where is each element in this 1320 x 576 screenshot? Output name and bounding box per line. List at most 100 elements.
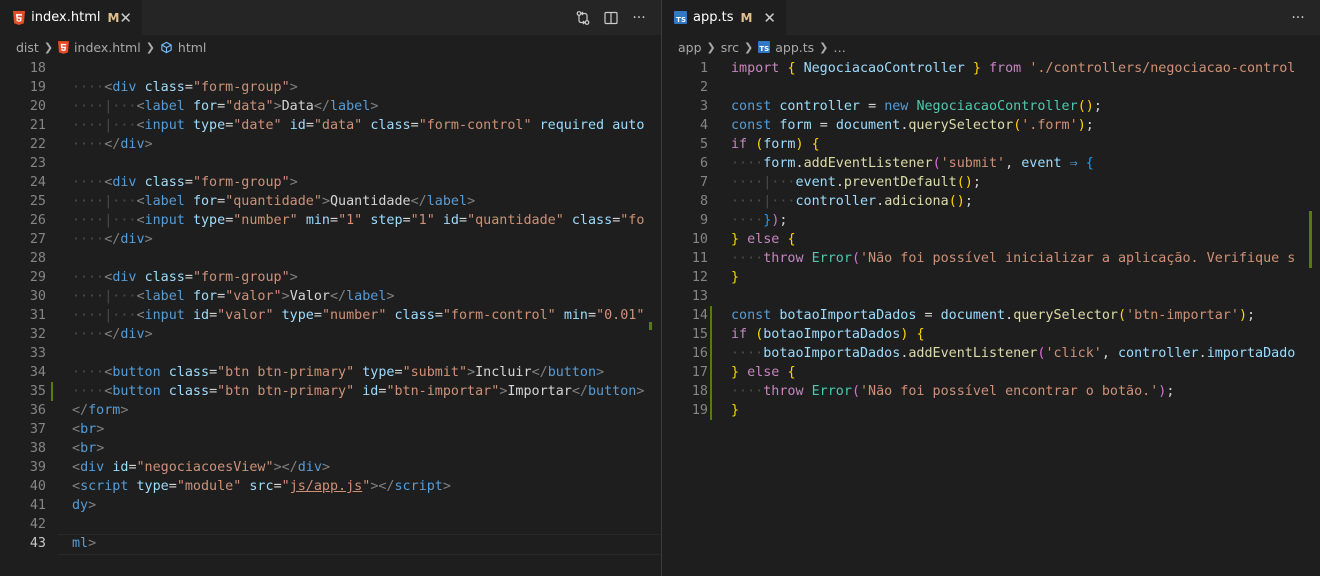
more-actions-icon[interactable]: ··· — [1290, 10, 1306, 26]
code-line[interactable]: 13 — [662, 287, 1320, 306]
code-line[interactable]: 25 ····|···<label for="quantidade">Quanti… — [0, 192, 661, 211]
code-line[interactable]: 28 — [0, 249, 661, 268]
code-token: "1" — [410, 213, 435, 228]
code-line[interactable]: 20 ····|···<label for="data">Data</label> — [0, 97, 661, 116]
code-line[interactable]: 33 — [0, 344, 661, 363]
code-text: } else { — [731, 363, 796, 382]
code-line[interactable]: 26 ····|···<input type="number" min="1" s… — [0, 211, 661, 230]
code-text: const controller = new NegociacaoControl… — [731, 97, 1102, 116]
code-line[interactable]: 2 — [662, 78, 1320, 97]
code-line[interactable]: 21 ····|···<input type="date" id="data" c… — [0, 116, 661, 135]
line-number: 20 — [29, 99, 46, 114]
code-token: src — [249, 479, 274, 494]
code-text: ····<div class="form-group"> — [72, 173, 298, 192]
code-token: ; — [1247, 308, 1256, 323]
more-actions-icon[interactable]: ··· — [631, 10, 647, 26]
code-line[interactable]: 9 ····}); — [662, 211, 1320, 230]
source-control-compare-icon[interactable] — [575, 10, 591, 26]
code-line[interactable]: 39 <div id="negociacoesView"></div> — [0, 458, 661, 477]
code-line[interactable]: 19 ····<div class="form-group"> — [0, 78, 661, 97]
code-line[interactable]: 14 const botaoImportaDados = document.que… — [662, 306, 1320, 325]
code-line[interactable]: 37 <br> — [0, 420, 661, 439]
code-line[interactable]: 27 ····</div> — [0, 230, 661, 249]
code-line[interactable]: 15 if (botaoImportaDados) { — [662, 325, 1320, 344]
breadcrumb-item-app[interactable]: app — [678, 40, 702, 55]
code-line[interactable]: 41 dy> — [0, 496, 661, 515]
code-line[interactable]: 6 ····form.addEventListener('submit', eve… — [662, 154, 1320, 173]
code-line[interactable]: 43 ml> — [0, 534, 661, 555]
code-line[interactable]: 11 ····throw Error('Não foi possível inic… — [662, 249, 1320, 268]
breadcrumb-item-file[interactable]: index.html — [74, 40, 141, 55]
breadcrumb-item-more[interactable]: … — [833, 40, 846, 55]
code-token: > — [289, 175, 298, 190]
code-token: ····|··· — [72, 308, 137, 323]
close-icon[interactable]: ✕ — [763, 9, 776, 27]
code-editor-left[interactable]: 18 19 ····<div class="form-group"> 20 ····|·… — [0, 59, 661, 576]
code-token: div — [112, 270, 137, 285]
chevron-right-icon: ❯ — [744, 40, 754, 54]
tab-index-html[interactable]: index.html M ✕ — [0, 0, 143, 35]
breadcrumb-item-file[interactable]: app.ts — [775, 40, 814, 55]
breadcrumb-item-symbol[interactable]: html — [178, 40, 206, 55]
code-token: step — [370, 213, 403, 228]
split-editor-icon[interactable] — [603, 10, 619, 26]
code-line[interactable]: 5 if (form) { — [662, 135, 1320, 154]
code-token: = — [588, 308, 597, 323]
code-editor-right[interactable]: 1 import { NegociacaoController } from '.… — [662, 59, 1320, 576]
code-text: ····botaoImportaDados.addEventListener('… — [731, 344, 1295, 363]
code-line[interactable]: 40 <script type="module" src="js/app.js">… — [0, 477, 661, 496]
code-line[interactable]: 17} else { — [662, 363, 1320, 382]
code-token: ···· — [72, 232, 105, 247]
code-text: ml> — [72, 534, 96, 553]
code-token: type — [136, 479, 169, 494]
code-token: type — [192, 213, 226, 228]
code-token: ···· — [731, 213, 764, 228]
breadcrumb-item-src[interactable]: src — [721, 40, 739, 55]
code-token: = — [819, 118, 828, 133]
tab-label: app.ts — [693, 10, 734, 25]
code-text: ····throw Error('Não foi possível encont… — [731, 382, 1174, 401]
code-line[interactable]: 34 ····<button class="btn btn-primary" ty… — [0, 363, 661, 382]
code-line[interactable]: 1 import { NegociacaoController } from '.… — [662, 59, 1320, 78]
code-line[interactable]: 19} — [662, 401, 1320, 420]
code-token: "btn-importar" — [386, 384, 500, 399]
code-line[interactable]: 7 ····|···event.preventDefault(); — [662, 173, 1320, 192]
line-number: 10 — [691, 232, 708, 247]
code-line[interactable]: 32 ····</div> — [0, 325, 661, 344]
code-line[interactable]: 31 ····|···<input id="valor" type="number… — [0, 306, 661, 325]
code-line[interactable]: 23 — [0, 154, 661, 173]
code-line[interactable]: 29 ····<div class="form-group"> — [0, 268, 661, 287]
code-token: button — [112, 365, 161, 380]
code-text: ····|···controller.adiciona(); — [731, 192, 973, 211]
code-line[interactable]: 36 </form> — [0, 401, 661, 420]
code-line[interactable]: 38 <br> — [0, 439, 661, 458]
code-line[interactable]: 16 ····botaoImportaDados. addEventListener… — [662, 344, 1320, 363]
code-line[interactable]: 3 const controller = new NegociacaoContro… — [662, 97, 1320, 116]
code-line[interactable]: 42 — [0, 515, 661, 534]
code-token: ···· — [731, 346, 764, 361]
code-line[interactable]: 4 const form = document.querySelector('.f… — [662, 116, 1320, 135]
code-line[interactable]: 10} else { — [662, 230, 1320, 249]
code-line[interactable]: 12} — [662, 268, 1320, 287]
tab-app-ts[interactable]: TS app.ts M ✕ — [662, 0, 787, 35]
breadcrumb-item-dist[interactable]: dist — [16, 40, 39, 55]
code-line[interactable]: 35 ····<button class="btn btn-primary" id… — [0, 382, 661, 401]
line-number: 25 — [29, 194, 46, 209]
line-number: 33 — [29, 346, 46, 361]
code-line[interactable]: 22 ····</div> — [0, 135, 661, 154]
code-line[interactable]: 18 ····throw Error('Não foi possível enco… — [662, 382, 1320, 401]
code-line[interactable]: 30 ····|···<label for="valor">Valor</labe… — [0, 287, 661, 306]
code-line[interactable]: 18 — [0, 59, 661, 78]
code-line[interactable]: 8 ····|···controller.adiciona(); — [662, 192, 1320, 211]
typescript-icon: TS — [758, 41, 771, 53]
code-token: throw — [763, 384, 804, 399]
close-icon[interactable]: ✕ — [119, 9, 132, 27]
code-line[interactable]: 24 ····<div class="form-group"> — [0, 173, 661, 192]
